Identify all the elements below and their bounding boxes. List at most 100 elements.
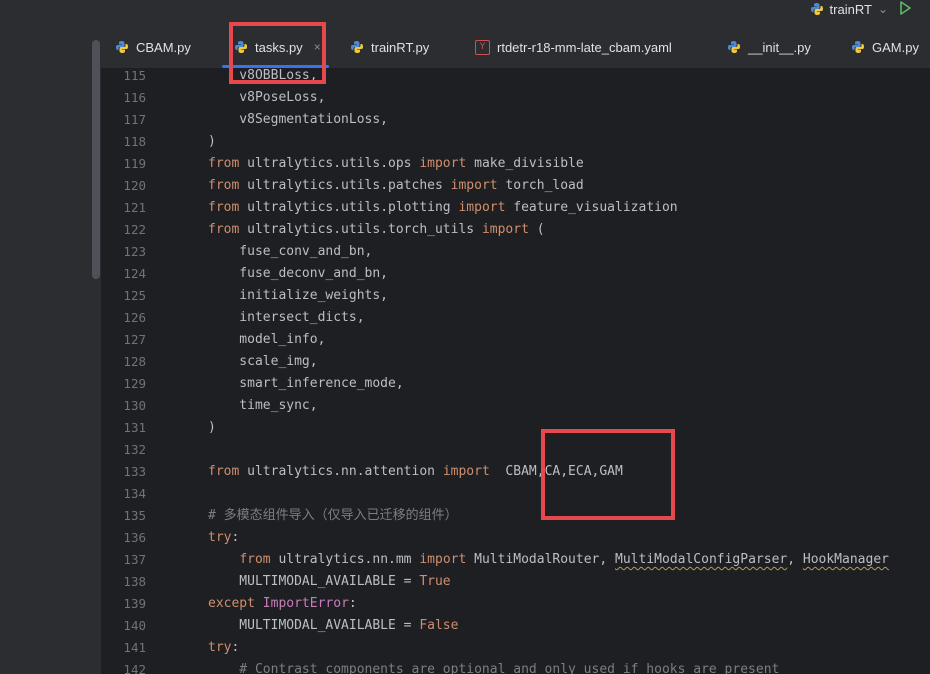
code-text: scale_img, xyxy=(208,354,318,369)
code-text: model_info, xyxy=(208,332,326,347)
code-text: # 多模态组件导入（仅导入已迁移的组件） xyxy=(208,508,458,523)
tab-rtdetr-yaml[interactable]: Y rtdetr-r18-mm-late_cbam.yaml xyxy=(475,26,672,68)
line-number: 131 xyxy=(123,420,146,435)
line-number: 123 xyxy=(123,244,146,259)
line-number: 133 xyxy=(123,464,146,479)
code-line[interactable]: 126 intersect_dicts, xyxy=(101,307,930,329)
code-text: initialize_weights, xyxy=(208,288,389,303)
line-number: 125 xyxy=(123,288,146,303)
yaml-file-icon: Y xyxy=(475,39,490,55)
code-text: from ultralytics.utils.patches import to… xyxy=(208,178,584,193)
run-config-selector[interactable]: trainRT ⌄ xyxy=(810,0,888,18)
code-text: from ultralytics.utils.torch_utils impor… xyxy=(208,222,545,237)
code-line[interactable]: 120 from ultralytics.utils.patches import… xyxy=(101,175,930,197)
code-line[interactable]: 130 time_sync, xyxy=(101,395,930,417)
python-file-icon xyxy=(728,41,740,53)
code-editor[interactable]: 115 v8OBBLoss, 116 v8PoseLoss, 117 v8Segme… xyxy=(101,68,930,674)
code-line[interactable]: 140 MULTIMODAL_AVAILABLE = False xyxy=(101,615,930,637)
code-line[interactable]: 136 try: xyxy=(101,527,930,549)
tab-trainrt-py[interactable]: trainRT.py xyxy=(350,26,429,68)
line-number: 127 xyxy=(123,332,146,347)
code-line[interactable]: 127 model_info, xyxy=(101,329,930,351)
python-file-icon xyxy=(351,41,363,53)
code-line[interactable]: 141 try: xyxy=(101,637,930,659)
code-line[interactable]: 117 v8SegmentationLoss, xyxy=(101,109,930,131)
code-line[interactable]: 137 from ultralytics.nn.mm import MultiM… xyxy=(101,549,930,571)
tab-gam-py[interactable]: GAM.py xyxy=(851,26,919,68)
code-text: time_sync, xyxy=(208,398,318,413)
code-line[interactable]: 142 # Contrast components are optional a… xyxy=(101,659,930,674)
code-line[interactable]: 119 from ultralytics.utils.ops import mak… xyxy=(101,153,930,175)
code-line[interactable]: 116 v8PoseLoss, xyxy=(101,87,930,109)
project-tool-window-strip xyxy=(0,26,101,674)
code-line[interactable]: 115 v8OBBLoss, xyxy=(101,68,930,87)
code-line[interactable]: 129 smart_inference_mode, xyxy=(101,373,930,395)
code-line[interactable]: 131) xyxy=(101,417,930,439)
code-text: ) xyxy=(208,420,216,435)
project-scrollbar-thumb[interactable] xyxy=(92,40,100,279)
line-number: 124 xyxy=(123,266,146,281)
code-text: from ultralytics.nn.mm import MultiModal… xyxy=(239,552,889,567)
python-file-icon xyxy=(852,41,864,53)
code-text: from ultralytics.utils.plotting import f… xyxy=(208,200,678,215)
code-text: ) xyxy=(208,134,216,149)
import-highlight-box xyxy=(541,429,675,520)
code-text: # Contrast components are optional and o… xyxy=(208,662,780,674)
tab-label: rtdetr-r18-mm-late_cbam.yaml xyxy=(497,39,672,55)
code-line[interactable]: 118) xyxy=(101,131,930,153)
code-text: v8SegmentationLoss, xyxy=(208,112,389,127)
code-text: v8PoseLoss, xyxy=(208,90,326,105)
code-text: MULTIMODAL_AVAILABLE = True xyxy=(208,574,451,589)
line-number: 135 xyxy=(123,508,146,523)
tab-label: __init__.py xyxy=(748,39,811,55)
line-number: 134 xyxy=(123,486,146,501)
line-number: 119 xyxy=(123,156,146,171)
code-line[interactable]: 122 from ultralytics.utils.torch_utils im… xyxy=(101,219,930,241)
code-line[interactable]: 124 fuse_deconv_and_bn, xyxy=(101,263,930,285)
code-line[interactable]: 133 from ultralytics.nn.attention import … xyxy=(101,461,930,483)
line-number: 132 xyxy=(123,442,146,457)
line-number: 121 xyxy=(123,200,146,215)
code-line[interactable]: 138 MULTIMODAL_AVAILABLE = True xyxy=(101,571,930,593)
code-line[interactable]: 128 scale_img, xyxy=(101,351,930,373)
line-number: 120 xyxy=(123,178,146,193)
tab-cbam-py[interactable]: CBAM.py xyxy=(115,26,191,68)
chevron-down-icon: ⌄ xyxy=(877,2,888,16)
tab-label: CBAM.py xyxy=(136,39,191,55)
code-text: try: xyxy=(208,640,240,655)
code-line[interactable]: 132 xyxy=(101,439,930,461)
line-number: 116 xyxy=(123,90,146,105)
code-text: intersect_dicts, xyxy=(208,310,365,325)
code-line[interactable]: 125 initialize_weights, xyxy=(101,285,930,307)
line-number: 136 xyxy=(123,530,146,545)
code-line[interactable]: 139 except ImportError: xyxy=(101,593,930,615)
line-number: 126 xyxy=(123,310,146,325)
code-text: except ImportError: xyxy=(208,596,357,611)
code-text: fuse_deconv_and_bn, xyxy=(208,266,389,281)
line-number: 118 xyxy=(123,134,146,149)
run-icon[interactable] xyxy=(896,0,914,17)
tab-init-py[interactable]: __init__.py xyxy=(727,26,811,68)
line-number: 140 xyxy=(123,618,146,633)
code-text: fuse_conv_and_bn, xyxy=(208,244,373,259)
line-number: 128 xyxy=(123,354,146,369)
line-number: 142 xyxy=(123,662,146,674)
code-text: from ultralytics.utils.ops import make_d… xyxy=(208,156,584,171)
editor-tab-bar: CBAM.py tasks.py × trainRT.py Y rtdetr-r… xyxy=(101,26,930,69)
python-file-icon xyxy=(116,41,128,53)
line-number: 122 xyxy=(123,222,146,237)
line-number: 117 xyxy=(123,112,146,127)
line-number: 139 xyxy=(123,596,146,611)
code-text: try: xyxy=(208,530,240,545)
code-text: smart_inference_mode, xyxy=(208,376,404,391)
tab-label: GAM.py xyxy=(872,39,919,55)
code-text: MULTIMODAL_AVAILABLE = False xyxy=(208,618,459,633)
line-number: 137 xyxy=(123,552,146,567)
code-line[interactable]: 135 # 多模态组件导入（仅导入已迁移的组件） xyxy=(101,505,930,527)
line-number: 130 xyxy=(123,398,146,413)
line-number: 138 xyxy=(123,574,146,589)
top-toolbar: trainRT ⌄ xyxy=(0,0,930,26)
code-line[interactable]: 121 from ultralytics.utils.plotting impor… xyxy=(101,197,930,219)
code-line[interactable]: 123 fuse_conv_and_bn, xyxy=(101,241,930,263)
code-line[interactable]: 134 xyxy=(101,483,930,505)
